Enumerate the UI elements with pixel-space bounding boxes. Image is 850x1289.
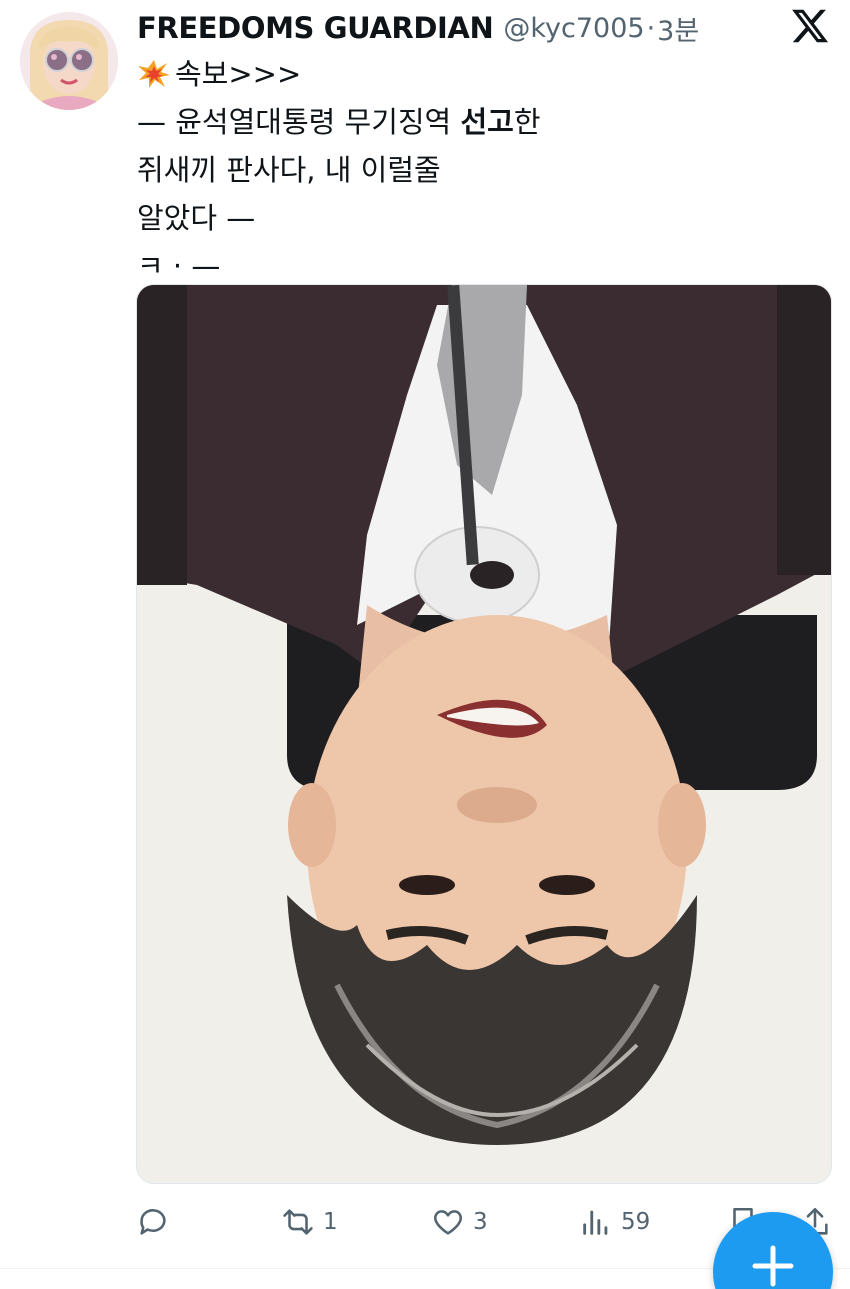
tweet-line-4: 알았다 —	[137, 201, 256, 235]
retweet-count: 1	[323, 1209, 338, 1235]
tweet-media-image[interactable]	[136, 284, 832, 1184]
tweet-text: 속보>>> — 윤석열대통령 무기징역 선고한 쥐새끼 판사다, 내 이럴줄 알…	[137, 50, 827, 290]
heart-icon	[434, 1210, 462, 1235]
tweet-line-2-suffix: 한	[513, 105, 541, 139]
tweet-line-1-text: 속보>>>	[175, 57, 302, 91]
retweet-button[interactable]: 1	[281, 1195, 338, 1249]
tweet-line-1: 속보>>>	[137, 50, 827, 98]
avatar[interactable]	[20, 12, 118, 110]
author-name[interactable]: FREEDOMS GUARDIAN	[137, 11, 494, 45]
views-button[interactable]: 59	[579, 1195, 650, 1249]
tweet-line-3: 쥐새끼 판사다, 내 이럴줄	[137, 153, 441, 187]
meta-separator: ·	[646, 12, 656, 44]
retweet-icon	[283, 1209, 313, 1235]
collision-emoji-icon	[138, 60, 170, 88]
tweet-line-2: — 윤석열대통령 무기징역 선고한	[137, 98, 827, 146]
like-button[interactable]: 3	[431, 1195, 488, 1249]
avatar-image	[20, 12, 118, 110]
like-count: 3	[473, 1209, 488, 1235]
author-handle[interactable]: @kyc7005	[503, 13, 644, 44]
tweet-line-5: ㅋ · —	[137, 249, 221, 283]
tweet-line-2-prefix: — 윤석열대통령 무기징역	[137, 105, 461, 139]
plus-icon	[752, 1245, 794, 1287]
reply-button[interactable]	[136, 1195, 170, 1249]
views-count: 59	[621, 1209, 651, 1235]
tweet-header: FREEDOMS GUARDIAN @kyc7005 · 3분	[137, 8, 699, 48]
tweet-timestamp[interactable]: 3분	[657, 9, 699, 48]
reply-icon	[140, 1209, 166, 1235]
media-photo	[137, 285, 831, 1183]
x-logo-icon[interactable]	[790, 6, 830, 46]
tweet-line-2-bold: 선고	[460, 105, 514, 139]
views-icon	[583, 1210, 608, 1235]
tweet: FREEDOMS GUARDIAN @kyc7005 · 3분 속보>>> — …	[0, 0, 850, 1289]
